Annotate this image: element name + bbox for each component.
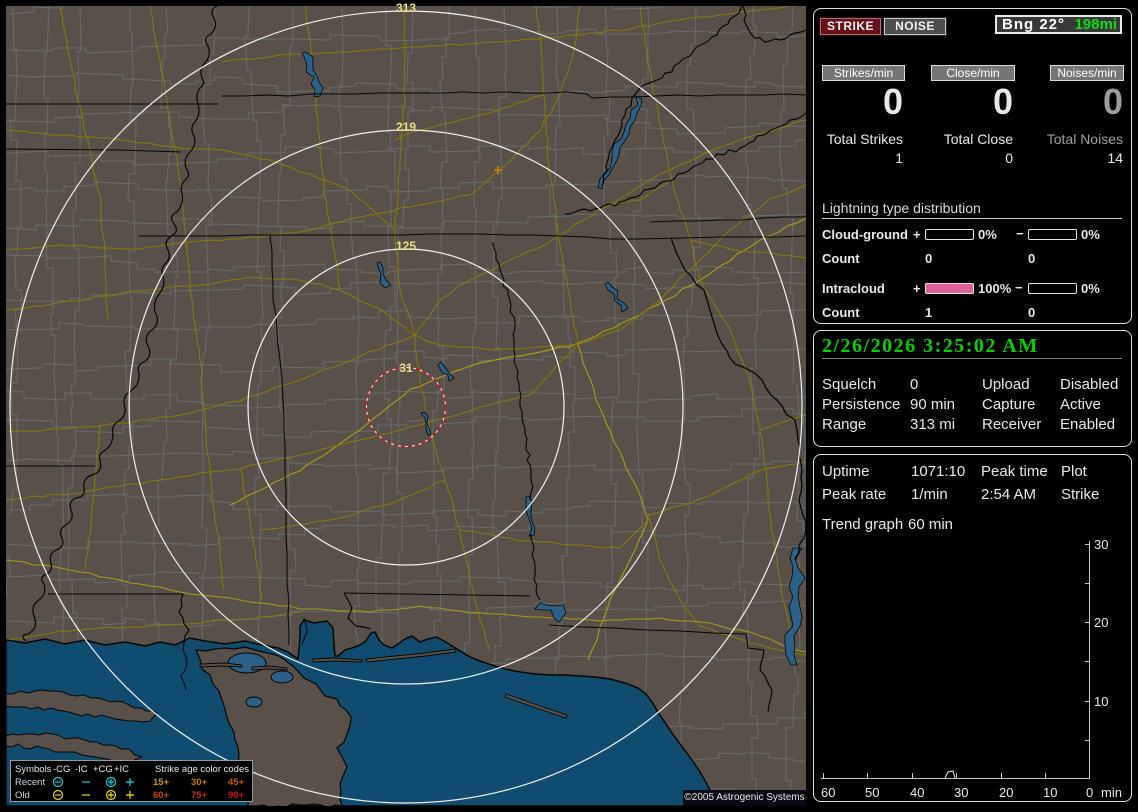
svg-text:min: min <box>1101 785 1122 800</box>
svg-text:31: 31 <box>399 361 413 375</box>
svg-text:0: 0 <box>1086 785 1093 800</box>
svg-text:125: 125 <box>396 239 416 253</box>
svg-text:313: 313 <box>396 1 416 15</box>
svg-text:20: 20 <box>1094 615 1108 630</box>
svg-text:10: 10 <box>1043 785 1057 800</box>
svg-text:50: 50 <box>865 785 879 800</box>
svg-text:20: 20 <box>999 785 1013 800</box>
svg-text:30: 30 <box>1094 537 1108 552</box>
svg-text:219: 219 <box>396 120 416 134</box>
svg-text:60: 60 <box>821 785 835 800</box>
svg-text:30: 30 <box>954 785 968 800</box>
svg-text:10: 10 <box>1094 694 1108 709</box>
svg-text:40: 40 <box>910 785 924 800</box>
